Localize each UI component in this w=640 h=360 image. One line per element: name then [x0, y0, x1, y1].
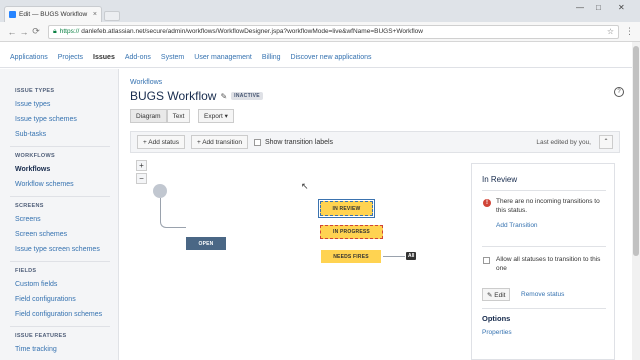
page-title-row: BUGS Workflow ✎ INACTIVE	[130, 89, 263, 103]
sidebar-item-custom-fields[interactable]: Custom fields	[15, 281, 57, 288]
sidebar-heading-fields: FIELDS	[15, 268, 37, 274]
forward-icon[interactable]: →	[18, 27, 30, 37]
remove-status-link[interactable]: Remove status	[521, 291, 564, 298]
minimize-icon[interactable]: —	[576, 3, 584, 12]
sidebar-divider	[10, 261, 110, 262]
admin-nav: Applications Projects Issues Add-ons Sys…	[0, 48, 632, 68]
add-transition-button[interactable]: + Add transition	[190, 135, 248, 149]
sidebar-heading-workflows: WORKFLOWS	[15, 153, 55, 159]
error-icon: !	[483, 199, 491, 207]
export-button[interactable]: Export ▾	[198, 109, 234, 123]
sidebar-item-field-configuration-schemes[interactable]: Field configuration schemes	[15, 311, 102, 318]
admin-nav-issues[interactable]: Issues	[93, 54, 115, 61]
designer-toolbar: + Add status + Add transition Show trans…	[130, 131, 620, 153]
view-toggle: Diagram Text	[130, 109, 191, 123]
sidebar-item-issue-type-schemes[interactable]: Issue type schemes	[15, 116, 77, 123]
back-icon[interactable]: ←	[6, 27, 18, 37]
admin-nav-billing[interactable]: Billing	[262, 54, 281, 61]
inspector-divider	[482, 246, 606, 247]
new-tab-button[interactable]	[104, 11, 120, 21]
sidebar-item-sub-tasks[interactable]: Sub-tasks	[15, 131, 46, 138]
mouse-cursor-icon: ↖	[301, 181, 309, 191]
admin-nav-addons[interactable]: Add-ons	[125, 54, 151, 61]
bookmark-star-icon[interactable]: ☆	[607, 27, 614, 36]
reload-icon[interactable]: ⟳	[30, 26, 42, 37]
address-bar: ← → ⟳ 🔒︎ https:// danlefeb.atlassian.net…	[0, 22, 640, 42]
sidebar-heading-issue-types: ISSUE TYPES	[15, 88, 55, 94]
show-labels-label: Show transition labels	[264, 138, 334, 146]
collapse-icon[interactable]: ⌃	[599, 135, 613, 149]
status-badge: INACTIVE	[231, 92, 263, 100]
sidebar-item-screen-schemes[interactable]: Screen schemes	[15, 231, 67, 238]
status-node-open[interactable]: OPEN	[186, 237, 226, 250]
sidebar-heading-issue-features: ISSUE FEATURES	[15, 333, 67, 339]
sidebar-divider	[10, 196, 110, 197]
initial-transition-line	[160, 198, 186, 228]
status-node-in-review[interactable]: IN REVIEW	[318, 199, 375, 218]
admin-nav-user-management[interactable]: User management	[194, 54, 252, 61]
sidebar-item-screens[interactable]: Screens	[15, 216, 41, 223]
browser-tabbar: Edit — BUGS Workflow × — □ ✕	[0, 0, 640, 22]
diagram-view-button[interactable]: Diagram	[130, 109, 167, 123]
browser-tab[interactable]: Edit — BUGS Workflow ×	[4, 6, 102, 22]
no-incoming-text: There are no incoming transitions to thi…	[496, 198, 600, 214]
options-heading: Options	[482, 314, 511, 323]
sidebar-item-field-configurations[interactable]: Field configurations	[15, 296, 76, 303]
zoom-out-button[interactable]: −	[136, 173, 147, 184]
browser-menu-icon[interactable]: ⋮	[625, 26, 634, 37]
add-transition-link[interactable]: Add Transition	[496, 222, 538, 229]
last-edited-text: Last edited by you,	[536, 138, 591, 146]
sidebar-heading-screens: SCREENS	[15, 203, 44, 209]
status-node-in-progress[interactable]: IN PROGRESS	[320, 225, 383, 239]
sidebar-divider	[10, 146, 110, 147]
tab-close-icon[interactable]: ×	[93, 11, 97, 18]
inspector-divider	[482, 308, 606, 309]
sidebar-item-workflow-schemes[interactable]: Workflow schemes	[15, 181, 74, 188]
admin-nav-applications[interactable]: Applications	[10, 54, 48, 61]
url-text: danlefeb.atlassian.net/secure/admin/work…	[81, 28, 423, 35]
admin-nav-discover[interactable]: Discover new applications	[291, 54, 372, 61]
export-group: Export ▾	[198, 109, 234, 123]
inspector-title: In Review	[482, 175, 518, 184]
admin-nav-system[interactable]: System	[161, 54, 184, 61]
properties-link[interactable]: Properties	[482, 329, 512, 336]
status-inspector-panel: In Review ! There are no incoming transi…	[471, 163, 615, 360]
admin-nav-projects[interactable]: Projects	[58, 54, 83, 61]
edit-pencil-icon[interactable]: ✎	[220, 92, 227, 101]
close-window-icon[interactable]: ✕	[618, 3, 625, 12]
sidebar-item-issue-types[interactable]: Issue types	[15, 101, 50, 108]
add-status-button[interactable]: + Add status	[137, 135, 185, 149]
inspector-divider	[482, 190, 606, 191]
admin-sidebar: ISSUE TYPES Issue types Issue type schem…	[0, 69, 119, 360]
edit-status-button[interactable]: ✎ Edit	[482, 288, 511, 301]
show-labels-checkbox[interactable]	[253, 138, 261, 146]
page-title: BUGS Workflow	[130, 89, 217, 103]
sidebar-item-time-tracking[interactable]: Time tracking	[15, 346, 57, 353]
sidebar-item-issue-type-screen-schemes[interactable]: Issue type screen schemes	[15, 246, 100, 253]
help-icon[interactable]: ?	[614, 87, 624, 97]
sidebar-divider	[10, 326, 110, 327]
text-view-button[interactable]: Text	[166, 109, 191, 123]
jira-favicon-icon	[9, 11, 16, 18]
page-scrollbar-thumb[interactable]	[633, 46, 639, 256]
status-node-needs-fires[interactable]: NEEDS FIRES	[321, 250, 381, 263]
all-transition-badge[interactable]: All	[406, 252, 417, 260]
maximize-icon[interactable]: □	[596, 3, 601, 12]
lock-icon: 🔒︎	[53, 27, 57, 35]
allow-all-label: Allow all statuses to transition to this…	[496, 256, 601, 272]
start-node[interactable]	[153, 184, 167, 198]
global-transition-line	[383, 256, 405, 257]
url-scheme: https://	[59, 28, 80, 35]
allow-all-checkbox[interactable]	[483, 257, 490, 264]
sidebar-item-workflows[interactable]: Workflows	[15, 166, 50, 173]
breadcrumb[interactable]: Workflows	[130, 79, 162, 86]
url-input[interactable]: 🔒︎ https:// danlefeb.atlassian.net/secur…	[48, 24, 619, 39]
tab-title: Edit — BUGS Workflow	[19, 11, 88, 18]
zoom-in-button[interactable]: +	[136, 160, 147, 171]
